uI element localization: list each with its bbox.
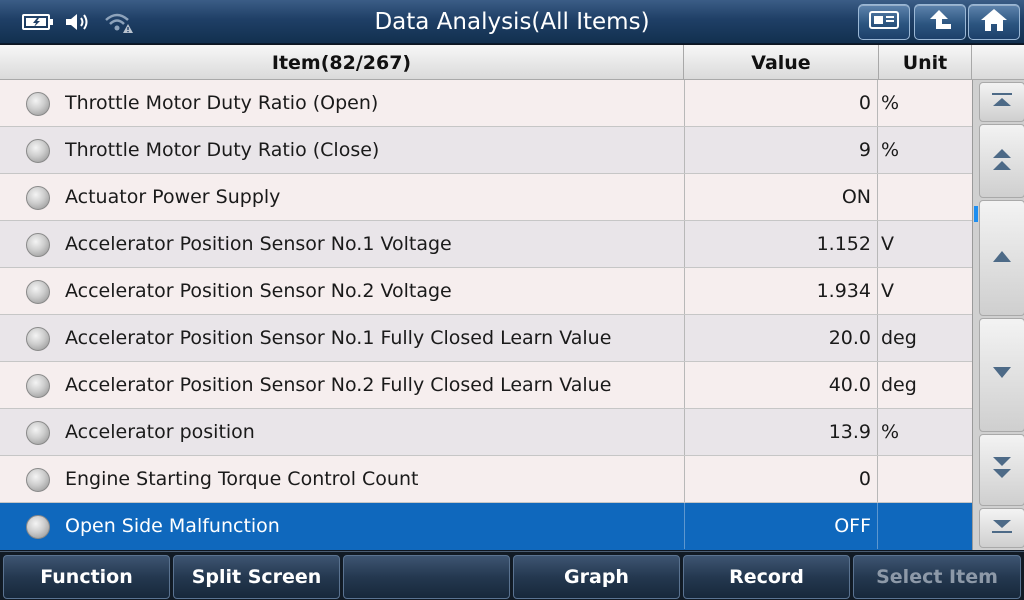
item-value: 13.9 [684,409,878,455]
item-unit: % [881,92,900,114]
scroll-top-button[interactable] [979,82,1024,122]
chevron-up-icon [990,248,1014,268]
row-radio[interactable] [26,515,50,539]
table-header: Item(82/267) Value Unit [0,45,1024,80]
bottom-toolbar: Function Split Screen Graph Record Selec… [0,551,1024,600]
item-value: 40.0 [684,362,878,408]
table-row[interactable]: Accelerator Position Sensor No.1 Fully C… [0,315,972,362]
item-unit [880,456,972,502]
item-unit [880,503,972,549]
item-name: Actuator Power Supply [65,186,281,208]
item-unit: deg [881,374,917,396]
row-radio[interactable] [26,280,50,304]
table-row[interactable]: Engine Starting Torque Control Count 0 [0,456,972,503]
scroll-bottom-button[interactable] [979,508,1024,548]
row-radio[interactable] [26,468,50,492]
double-chevron-up-icon [990,146,1014,176]
report-button[interactable] [858,4,910,40]
table-row-selected[interactable]: Open Side Malfunction OFF [0,503,972,550]
item-value: 1.152 [684,221,878,267]
scroll-up-button[interactable] [979,200,1024,316]
status-icons [22,9,134,35]
item-name: Throttle Motor Duty Ratio (Close) [65,139,380,161]
scroll-to-top-icon [990,91,1014,113]
function-button[interactable]: Function [3,555,170,599]
item-value: 9 [684,127,878,173]
item-unit: deg [881,327,917,349]
item-column-header[interactable]: Item(82/267) [0,45,684,80]
speaker-icon [62,10,94,34]
item-name: Accelerator Position Sensor No.1 Voltage [65,233,452,255]
table-row[interactable]: Accelerator Position Sensor No.1 Voltage… [0,221,972,268]
value-column-header: Value [684,45,879,80]
record-button[interactable]: Record [683,555,850,599]
back-button[interactable] [914,4,966,40]
select-item-button[interactable]: Select Item [853,555,1021,599]
row-radio[interactable] [26,233,50,257]
report-icon [868,8,900,36]
row-radio[interactable] [26,92,50,116]
table-row[interactable]: Accelerator Position Sensor No.2 Voltage… [0,268,972,315]
item-name: Engine Starting Torque Control Count [65,468,419,490]
scroll-down-button[interactable] [979,318,1024,432]
wifi-warning-icon [102,10,134,34]
chevron-down-icon [990,365,1014,385]
table-row[interactable]: Throttle Motor Duty Ratio (Open) 0 % [0,80,972,127]
battery-charging-icon [22,10,54,34]
item-name: Accelerator Position Sensor No.1 Fully C… [65,327,612,349]
item-value: OFF [684,503,878,549]
home-icon [979,7,1009,37]
table-row[interactable]: Throttle Motor Duty Ratio (Close) 9 % [0,127,972,174]
item-name: Accelerator position [65,421,255,443]
item-unit [880,174,972,220]
table-row[interactable]: Actuator Power Supply ON [0,174,972,221]
item-name: Open Side Malfunction [65,515,280,537]
scroll-controls [972,80,1024,550]
data-list: Throttle Motor Duty Ratio (Open) 0 % Thr… [0,80,972,550]
split-screen-button[interactable]: Split Screen [173,555,340,599]
page-up-button[interactable] [979,124,1024,198]
item-unit: % [881,139,900,161]
item-value: 20.0 [684,315,878,361]
item-unit: % [881,421,900,443]
row-radio[interactable] [26,421,50,445]
table-row[interactable]: Accelerator position 13.9 % [0,409,972,456]
title-bar: Data Analysis(All Items) [0,0,1024,44]
item-unit: V [881,233,894,255]
item-name: Throttle Motor Duty Ratio (Open) [65,92,379,114]
row-radio[interactable] [26,374,50,398]
page-down-button[interactable] [979,434,1024,506]
double-chevron-down-icon [990,455,1014,485]
home-button[interactable] [968,4,1020,40]
row-radio[interactable] [26,186,50,210]
item-value: 0 [684,456,878,502]
table-row[interactable]: Accelerator Position Sensor No.2 Fully C… [0,362,972,409]
blank-button[interactable] [343,555,510,599]
scroll-to-bottom-icon [990,517,1014,539]
back-icon [925,7,955,37]
item-name: Accelerator Position Sensor No.2 Fully C… [65,374,612,396]
item-unit: V [881,280,894,302]
item-value: 0 [684,80,878,126]
item-value: ON [684,174,878,220]
scroll-position-indicator[interactable] [974,206,978,222]
row-radio[interactable] [26,327,50,351]
row-radio[interactable] [26,139,50,163]
unit-column-header: Unit [879,45,972,80]
graph-button[interactable]: Graph [513,555,680,599]
item-value: 1.934 [684,268,878,314]
item-name: Accelerator Position Sensor No.2 Voltage [65,280,452,302]
